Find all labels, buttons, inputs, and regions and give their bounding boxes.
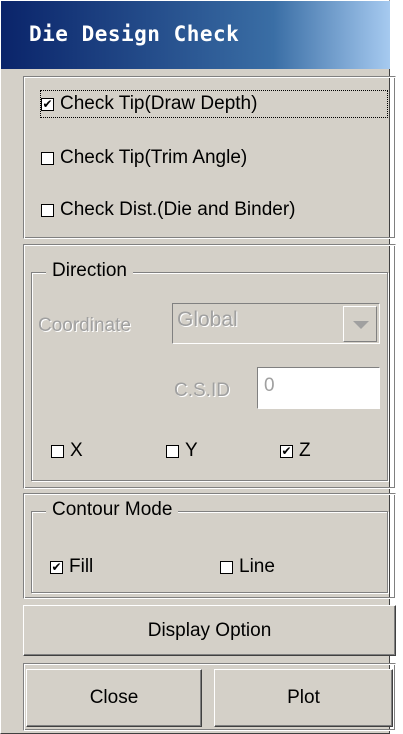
coordinate-select[interactable]: Global <box>172 303 380 344</box>
coordinate-label: Coordinate <box>38 315 131 336</box>
axis-y-option[interactable]: ✔ Y <box>166 440 198 462</box>
check-trim-angle-label: Check Tip(Trim Angle) <box>60 147 248 168</box>
checkbox-axis-z[interactable]: ✔ <box>280 444 293 458</box>
axis-z-option[interactable]: ✔ Z <box>280 440 311 462</box>
check-draw-depth-label: Check Tip(Draw Depth) <box>60 93 258 114</box>
checkbox-line[interactable]: ✔ <box>220 560 233 574</box>
coordinate-value: Global <box>177 308 238 331</box>
checkbox-axis-y[interactable]: ✔ <box>166 444 179 458</box>
check-die-binder[interactable]: ✔ Check Dist.(Die and Binder) <box>41 197 295 223</box>
direction-legend: Direction <box>46 260 133 282</box>
contour-legend: Contour Mode <box>46 499 179 521</box>
checkbox-axis-x[interactable]: ✔ <box>51 444 64 458</box>
window-title: Die Design Check <box>29 22 240 46</box>
axis-x-label: X <box>70 440 83 461</box>
contour-group: Contour Mode ✔ Fill ✔ Line <box>31 499 388 593</box>
csid-value: 0 <box>264 375 275 396</box>
check-die-binder-label: Check Dist.(Die and Binder) <box>60 199 296 220</box>
axis-z-label: Z <box>299 440 311 461</box>
axis-x-option[interactable]: ✔ X <box>51 440 83 462</box>
checkbox-trim-angle[interactable]: ✔ <box>41 151 54 165</box>
contour-fill-label: Fill <box>69 556 94 577</box>
contour-line-option[interactable]: ✔ Line <box>220 556 275 578</box>
checkbox-draw-depth[interactable]: ✔ <box>41 97 54 111</box>
check-draw-depth[interactable]: ✔ Check Tip(Draw Depth) <box>40 90 388 118</box>
contour-fill-option[interactable]: ✔ Fill <box>50 556 93 578</box>
plot-button[interactable]: Plot <box>214 669 393 727</box>
csid-input[interactable]: 0 <box>257 367 380 409</box>
contour-panel: Contour Mode ✔ Fill ✔ Line <box>23 493 396 599</box>
check-options-panel: ✔ Check Tip(Draw Depth) ✔ Check Tip(Trim… <box>23 76 396 239</box>
display-option-button[interactable]: Display Option <box>23 605 396 656</box>
direction-panel: Direction Coordinate Global C.S.ID 0 ✔ X… <box>23 244 396 489</box>
checkbox-die-binder[interactable]: ✔ <box>41 203 54 217</box>
title-bar[interactable]: Die Design Check <box>1 1 390 69</box>
check-trim-angle[interactable]: ✔ Check Tip(Trim Angle) <box>41 145 247 171</box>
close-button[interactable]: Close <box>26 669 202 727</box>
direction-group: Direction Coordinate Global C.S.ID 0 ✔ X… <box>31 260 388 481</box>
csid-label: C.S.ID <box>174 380 230 401</box>
chevron-down-icon[interactable] <box>343 306 377 342</box>
checkbox-fill[interactable]: ✔ <box>50 560 63 574</box>
contour-line-label: Line <box>239 556 275 577</box>
die-design-check-window: Die Design Check ✔ Check Tip(Draw Depth)… <box>0 0 396 734</box>
axis-y-label: Y <box>185 440 198 461</box>
